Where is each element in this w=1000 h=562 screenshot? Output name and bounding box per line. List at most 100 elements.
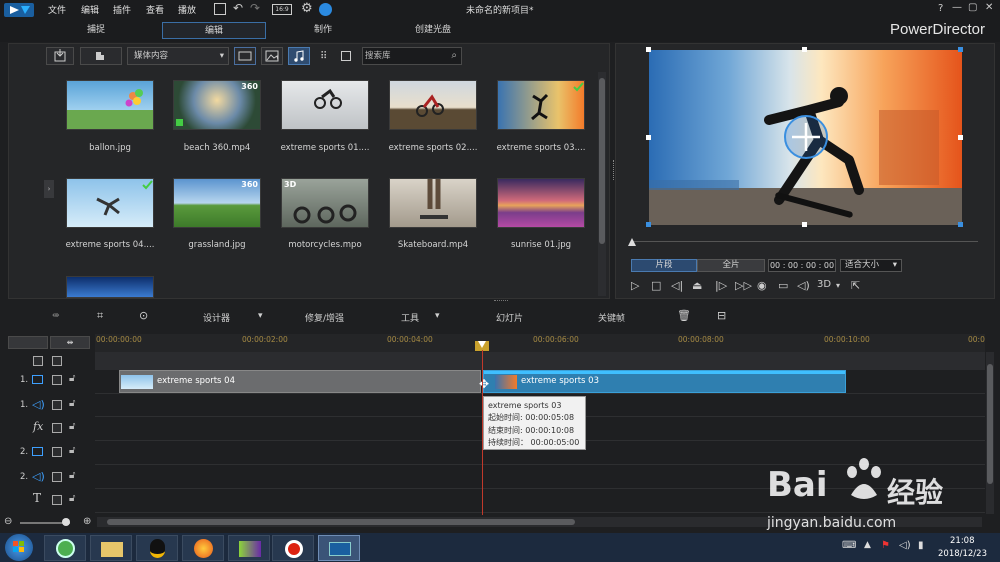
aspect-ratio-icon[interactable]: 16:9 xyxy=(272,4,292,15)
preview-scrubber[interactable] xyxy=(632,241,978,242)
next-icon[interactable]: |▷ xyxy=(715,279,727,292)
resize-handle[interactable] xyxy=(958,135,963,140)
undock-preview-icon[interactable]: ⇱ xyxy=(851,279,860,292)
menu-plugins[interactable]: 插件 xyxy=(113,3,131,16)
fast-forward-icon[interactable]: ▷▷ xyxy=(735,279,752,292)
lock-icon[interactable]: 🔓︎ xyxy=(69,470,75,481)
tray-keyboard-icon[interactable]: ⌨ xyxy=(842,540,856,551)
media-thumb-extreme-sports-04[interactable] xyxy=(66,178,154,228)
keyframe-button[interactable]: 关键帧 xyxy=(598,311,625,324)
fix-enhance-button[interactable]: 修复/增强 xyxy=(305,311,344,324)
delete-trash-icon[interactable]: 🗑 xyxy=(677,309,691,322)
scrollbar-thumb[interactable] xyxy=(599,78,605,244)
split-icon[interactable]: ⇼ xyxy=(52,311,60,321)
lock-icon[interactable]: 🔓︎ xyxy=(69,398,75,409)
resize-handle[interactable] xyxy=(958,222,963,227)
taskbar-app-editor[interactable] xyxy=(228,535,270,561)
lock-icon[interactable]: 🔓︎ xyxy=(69,493,75,504)
taskbar-app-recorder[interactable] xyxy=(272,535,314,561)
lock-icon[interactable]: 🔓︎ xyxy=(69,445,75,456)
taskbar-app-firefox[interactable] xyxy=(182,535,224,561)
filter-video-icon[interactable] xyxy=(234,47,256,65)
close-button[interactable]: ✕ xyxy=(985,2,993,13)
chevron-down-icon[interactable]: ▾ xyxy=(836,281,840,290)
resize-handle[interactable] xyxy=(646,135,651,140)
filter-image-icon[interactable] xyxy=(261,47,283,65)
tray-network-icon[interactable]: ▮ xyxy=(918,540,924,551)
panel-splitter[interactable] xyxy=(494,300,508,304)
enable-all-checkbox[interactable] xyxy=(52,356,62,366)
pip-center-move-icon[interactable] xyxy=(784,115,828,159)
clock-date[interactable]: 2018/12/23 xyxy=(938,549,987,559)
minimize-button[interactable]: — xyxy=(952,2,962,13)
library-content-dropdown[interactable]: 媒体内容 ▾ xyxy=(127,47,229,65)
tray-arrow-icon[interactable]: ▲ xyxy=(864,540,871,550)
zoom-fit-dropdown[interactable]: 适合大小 ▾ xyxy=(840,259,902,272)
media-thumb-extreme-sports-01[interactable] xyxy=(281,80,369,130)
dropdown-circle-icon[interactable]: ⊙ xyxy=(139,309,148,322)
grid-view-icon[interactable]: ⠿ xyxy=(320,51,327,62)
taskbar-app-explorer[interactable] xyxy=(90,535,132,561)
help-button[interactable]: ? xyxy=(938,3,943,14)
account-icon[interactable] xyxy=(319,3,332,16)
redo-icon[interactable]: ↷ xyxy=(250,1,260,15)
resize-handle[interactable] xyxy=(646,222,651,227)
chevron-down-icon[interactable]: ▾ xyxy=(435,311,440,321)
select-all-tracks-checkbox[interactable] xyxy=(33,356,43,366)
timeline-clip[interactable]: extreme sports 04 xyxy=(119,370,481,393)
track-enable-checkbox[interactable] xyxy=(52,447,62,457)
tab-capture[interactable]: 捕捉 xyxy=(44,22,148,39)
taskbar-app-qq[interactable] xyxy=(136,535,178,561)
resize-handle[interactable] xyxy=(802,47,807,52)
timeline-clip-selected[interactable]: extreme sports 03 xyxy=(483,370,846,393)
tray-security-icon[interactable]: ⚑ xyxy=(881,540,890,551)
storyboard-mode-icon[interactable]: ⇹ xyxy=(50,336,90,349)
media-thumb-grassland[interactable]: 360 xyxy=(173,178,261,228)
taskbar-app-browser[interactable] xyxy=(44,535,86,561)
track-enable-checkbox[interactable] xyxy=(52,472,62,482)
media-thumb-sunrise[interactable] xyxy=(497,178,585,228)
tools-menu[interactable]: 工具 xyxy=(401,311,419,324)
library-scrollbar[interactable] xyxy=(598,72,606,296)
track-enable-checkbox[interactable] xyxy=(52,495,62,505)
volume-icon[interactable]: ◁) xyxy=(797,279,810,292)
undo-icon[interactable]: ↶ xyxy=(233,1,243,15)
start-button-icon[interactable] xyxy=(5,534,33,561)
fullscreen-library-icon[interactable] xyxy=(341,51,351,61)
clip-mode-tab[interactable]: 片段 xyxy=(631,259,697,272)
crop-icon[interactable]: ⌗ xyxy=(97,309,103,323)
clock-time[interactable]: 21:08 xyxy=(950,536,975,546)
snapshot-icon[interactable]: ◉ xyxy=(757,279,767,292)
track-enable-checkbox[interactable] xyxy=(52,423,62,433)
expand-panel-icon[interactable]: › xyxy=(44,180,54,198)
media-thumb-partial[interactable] xyxy=(66,276,154,298)
lock-icon[interactable]: 🔓︎ xyxy=(69,373,75,384)
maximize-button[interactable]: ▢ xyxy=(968,2,977,13)
settings-gear-icon[interactable]: ⚙ xyxy=(301,1,313,16)
timeline-ruler[interactable]: 00:00:00:00 00:00:02:00 00:00:04:00 00:0… xyxy=(95,334,985,352)
tab-edit[interactable]: 编辑 xyxy=(162,22,266,39)
media-thumb-beach-360[interactable]: 360 xyxy=(173,80,261,130)
timeline-mode-icon[interactable] xyxy=(8,336,48,349)
scrollbar-thumb[interactable] xyxy=(107,519,575,525)
tab-produce[interactable]: 制作 xyxy=(271,22,375,39)
filter-audio-icon[interactable] xyxy=(288,47,310,65)
designer-menu[interactable]: 设计器 xyxy=(203,311,230,324)
more-options-icon[interactable]: ⊟ xyxy=(717,309,726,322)
media-thumb-extreme-sports-02[interactable] xyxy=(389,80,477,130)
movie-mode-tab[interactable]: 全片 xyxy=(697,259,765,272)
media-thumb-motorcycles[interactable]: 3D xyxy=(281,178,369,228)
previous-frame-icon[interactable]: ◁| xyxy=(671,279,683,292)
zoom-out-icon[interactable]: ⊖ xyxy=(4,516,12,527)
resize-handle[interactable] xyxy=(958,47,963,52)
library-search-input[interactable]: 搜索库 ⌕ xyxy=(362,47,462,65)
media-thumb-extreme-sports-03[interactable] xyxy=(497,80,585,130)
play-icon[interactable]: ▷ xyxy=(631,279,639,292)
tray-volume-icon[interactable]: ◁) xyxy=(899,540,911,551)
taskbar-app-powerdirector[interactable] xyxy=(318,535,360,561)
import-media-icon[interactable] xyxy=(46,47,74,65)
save-icon[interactable] xyxy=(214,3,226,15)
menu-edit[interactable]: 编辑 xyxy=(81,3,99,16)
media-thumb-ballon[interactable] xyxy=(66,80,154,130)
track-enable-checkbox[interactable] xyxy=(52,375,62,385)
